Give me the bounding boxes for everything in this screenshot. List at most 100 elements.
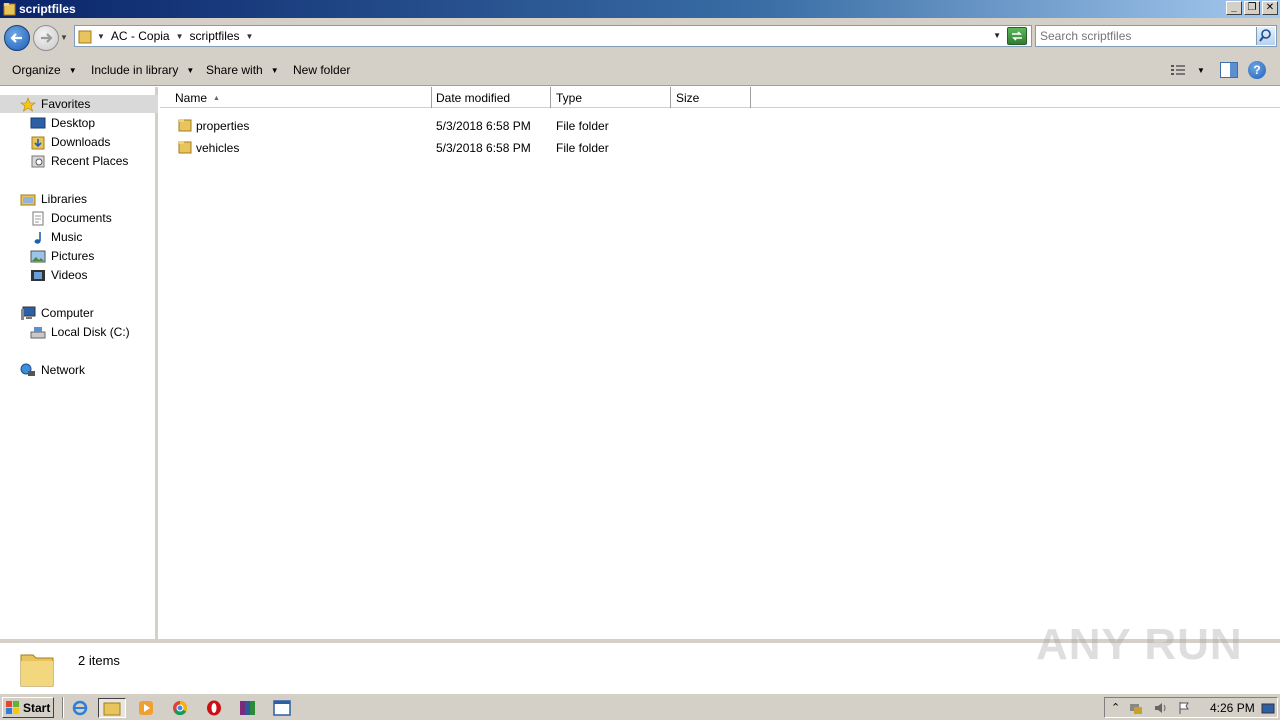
start-button[interactable]: Start: [2, 697, 54, 718]
address-history-dropdown[interactable]: ▼: [993, 31, 1001, 40]
explorer-taskbar-icon[interactable]: [98, 698, 126, 718]
help-icon[interactable]: ?: [1248, 61, 1266, 79]
nav-item-local-disk[interactable]: Local Disk (C:): [30, 323, 130, 341]
local-disk-icon: [30, 326, 46, 338]
nav-item-libraries[interactable]: Libraries: [20, 190, 87, 208]
winrar-icon[interactable]: [234, 698, 262, 718]
nav-item-documents[interactable]: Documents: [30, 209, 112, 227]
nav-label: Local Disk (C:): [51, 325, 130, 339]
refresh-icon: [1012, 31, 1022, 41]
search-input[interactable]: [1040, 29, 1250, 43]
address-box[interactable]: ▼ AC - Copia ▼ scriptfiles ▼ ▼: [74, 25, 1032, 47]
show-hidden-icons-icon[interactable]: ⌃: [1111, 701, 1125, 715]
nav-label: Downloads: [51, 135, 111, 149]
new-folder-button[interactable]: New folder: [293, 63, 350, 77]
minimize-button[interactable]: _: [1226, 1, 1242, 15]
nav-item-favorites[interactable]: Favorites: [0, 95, 158, 113]
clock[interactable]: 4:26 PM: [1210, 701, 1255, 715]
taskbar-separator: [62, 697, 64, 718]
window-app-icon[interactable]: [268, 698, 296, 718]
nav-item-videos[interactable]: Videos: [30, 266, 87, 284]
chevron-down-icon: ▼: [68, 65, 77, 75]
network-status-icon[interactable]: [1129, 701, 1143, 715]
nav-item-computer[interactable]: Computer: [20, 304, 94, 322]
forward-button[interactable]: [33, 25, 59, 51]
taskbar: Start ⌃ 4:26 PM: [0, 693, 1280, 720]
column-size[interactable]: Size: [671, 87, 751, 108]
file-row[interactable]: vehicles 5/3/2018 6:58 PM File folder: [160, 138, 760, 158]
desktop-icon: [30, 117, 46, 128]
navigation-pane: Favorites Desktop Downloads Recent Place…: [0, 87, 158, 639]
back-arrow-icon: [10, 33, 22, 43]
nav-label: Desktop: [51, 116, 96, 130]
nav-label: Computer: [41, 306, 94, 320]
column-headers: Name ▲ Date modified Type Size: [160, 87, 1280, 108]
chevron-down-icon[interactable]: ▼: [246, 32, 254, 41]
command-bar: Organize ▼ Include in library ▼ Share with…: [0, 54, 1280, 86]
opera-icon[interactable]: [200, 698, 228, 718]
file-row[interactable]: properties 5/3/2018 6:58 PM File folder: [160, 116, 760, 136]
column-label: Name: [175, 91, 208, 105]
column-type[interactable]: Type: [551, 87, 671, 108]
libraries-icon: [20, 194, 36, 205]
nav-label: Pictures: [51, 249, 95, 263]
show-desktop-icon[interactable]: [1261, 701, 1275, 715]
organize-button[interactable]: Organize ▼: [12, 63, 77, 77]
nav-label: Documents: [51, 211, 112, 225]
window-title: scriptfiles: [19, 2, 76, 16]
chevron-down-icon: ▼: [270, 65, 279, 75]
view-dropdown[interactable]: ▼: [1197, 66, 1205, 75]
close-button[interactable]: ✕: [1262, 1, 1278, 15]
preview-pane-icon[interactable]: [1220, 62, 1238, 78]
nav-item-music[interactable]: Music: [30, 228, 82, 246]
include-in-library-button[interactable]: Include in library ▼: [91, 63, 194, 77]
pictures-icon: [30, 250, 46, 262]
chrome-icon[interactable]: [166, 698, 194, 718]
media-player-icon[interactable]: [132, 698, 160, 718]
nav-label: Music: [51, 230, 83, 244]
nav-item-desktop[interactable]: Desktop: [30, 114, 95, 132]
breadcrumb-ac-copia[interactable]: AC - Copia: [111, 29, 170, 43]
refresh-button[interactable]: [1007, 27, 1027, 45]
search-icon[interactable]: [1256, 27, 1275, 45]
forward-arrow-icon: [41, 33, 53, 43]
column-date-modified[interactable]: Date modified: [431, 87, 551, 108]
start-label: Start: [23, 700, 51, 715]
back-button[interactable]: [4, 25, 30, 51]
search-field[interactable]: [1035, 25, 1277, 47]
address-bar-area: ▼ ▼ AC - Copia ▼ scriptfiles ▼ ▼: [0, 18, 1280, 54]
nav-item-pictures[interactable]: Pictures: [30, 247, 94, 265]
column-label: Type: [556, 91, 583, 105]
folder-icon: [3, 3, 16, 16]
action-center-flag-icon[interactable]: [1177, 701, 1191, 715]
star-icon: [20, 96, 36, 112]
nav-item-downloads[interactable]: Downloads: [30, 133, 110, 151]
documents-icon: [32, 211, 44, 225]
restore-button[interactable]: ❐: [1244, 1, 1260, 15]
recent-pages-dropdown[interactable]: ▼: [60, 33, 68, 42]
recent-places-icon: [31, 155, 45, 167]
share-with-button[interactable]: Share with ▼: [206, 63, 279, 77]
chevron-down-icon[interactable]: ▼: [97, 32, 105, 41]
file-name: properties: [196, 119, 250, 133]
nav-label: Libraries: [41, 192, 88, 206]
network-icon: [20, 363, 35, 376]
nav-label: Network: [41, 363, 86, 377]
windows-logo-icon: [6, 701, 19, 714]
item-count: 2 items: [78, 653, 120, 668]
nav-item-recent-places[interactable]: Recent Places: [30, 152, 128, 170]
nav-label: Recent Places: [51, 154, 129, 168]
chevron-down-icon[interactable]: ▼: [176, 32, 184, 41]
column-name[interactable]: Name ▲: [170, 87, 432, 108]
folder-icon: [178, 119, 192, 132]
volume-icon[interactable]: [1153, 701, 1167, 715]
view-options-icon[interactable]: [1170, 63, 1186, 77]
internet-explorer-icon[interactable]: [66, 698, 94, 718]
nav-label: Videos: [51, 268, 88, 282]
breadcrumb-scriptfiles[interactable]: scriptfiles: [190, 29, 240, 43]
column-label: Size: [676, 91, 700, 105]
folder-icon: [20, 654, 54, 687]
music-icon: [34, 231, 41, 244]
nav-item-network[interactable]: Network: [20, 361, 85, 379]
include-in-library-label: Include in library: [91, 63, 179, 77]
